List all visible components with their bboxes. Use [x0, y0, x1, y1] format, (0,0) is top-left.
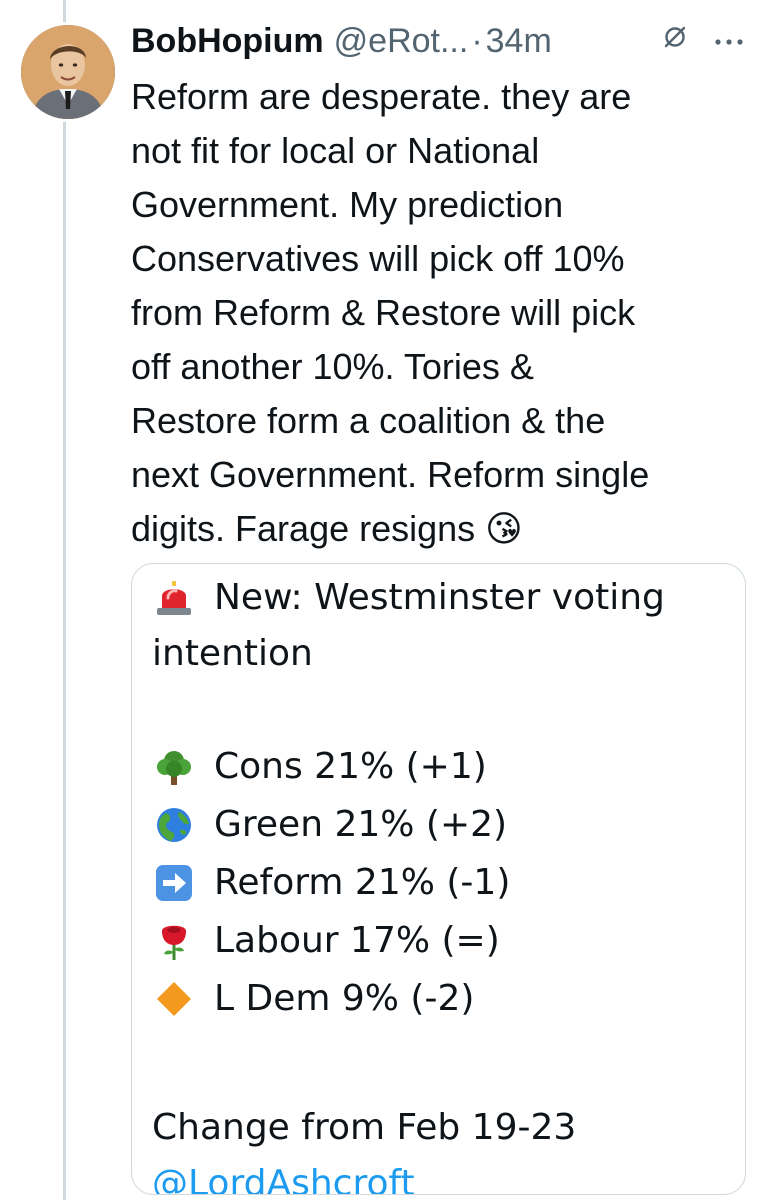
- poll-label-green: Green 21% (+2): [214, 804, 508, 845]
- grok-icon[interactable]: [662, 24, 688, 50]
- poll-label-reform: Reform 21% (-1): [214, 862, 511, 903]
- avatar[interactable]: [18, 22, 118, 122]
- timestamp[interactable]: 34m: [486, 22, 552, 61]
- change-note: Change from Feb 19-23: [152, 1107, 577, 1148]
- globe-icon: [152, 803, 196, 847]
- tweet-text: Reform are desperate. they are not fit f…: [131, 76, 650, 549]
- more-options-icon[interactable]: [714, 22, 744, 52]
- quoted-headline: New: Westminster voting: [152, 570, 732, 626]
- display-name[interactable]: BobHopium: [131, 22, 324, 61]
- poll-label-labour: Labour 17% (=): [214, 920, 500, 961]
- poll-row-reform: Reform 21% (-1): [152, 854, 732, 912]
- poll-label-cons: Cons 21% (+1): [214, 746, 487, 787]
- mention-link[interactable]: @LordAshcroft: [152, 1156, 732, 1194]
- siren-icon: [152, 576, 196, 620]
- quoted-headline-line1: New: Westminster voting: [214, 577, 665, 618]
- orange-diamond-icon: [152, 977, 196, 1021]
- separator-dot: ·: [471, 21, 483, 60]
- right-arrow-icon: [152, 861, 196, 905]
- user-handle[interactable]: @eRot...: [334, 22, 469, 61]
- poll-row-cons: Cons 21% (+1): [152, 738, 732, 796]
- poll-row-green: Green 21% (+2): [152, 796, 732, 854]
- header-actions: [662, 22, 744, 52]
- tweet-header: BobHopium @eRot... · 34m: [131, 16, 744, 66]
- poll-row-ldem: L Dem 9% (-2): [152, 970, 732, 1028]
- quoted-post-card[interactable]: New: Westminster voting intention Cons 2…: [131, 563, 746, 1195]
- rose-icon: [152, 919, 196, 963]
- poll-label-ldem: L Dem 9% (-2): [214, 978, 475, 1019]
- tree-icon: [152, 745, 196, 789]
- quoted-post-body: New: Westminster voting intention Cons 2…: [152, 570, 732, 1194]
- thread-line: [63, 0, 66, 1200]
- poll-row-labour: Labour 17% (=): [152, 912, 732, 970]
- poll-results: Cons 21% (+1) Green 21% (+2) Reform 21% …: [152, 738, 732, 1028]
- quoted-headline-line2: intention: [152, 633, 313, 674]
